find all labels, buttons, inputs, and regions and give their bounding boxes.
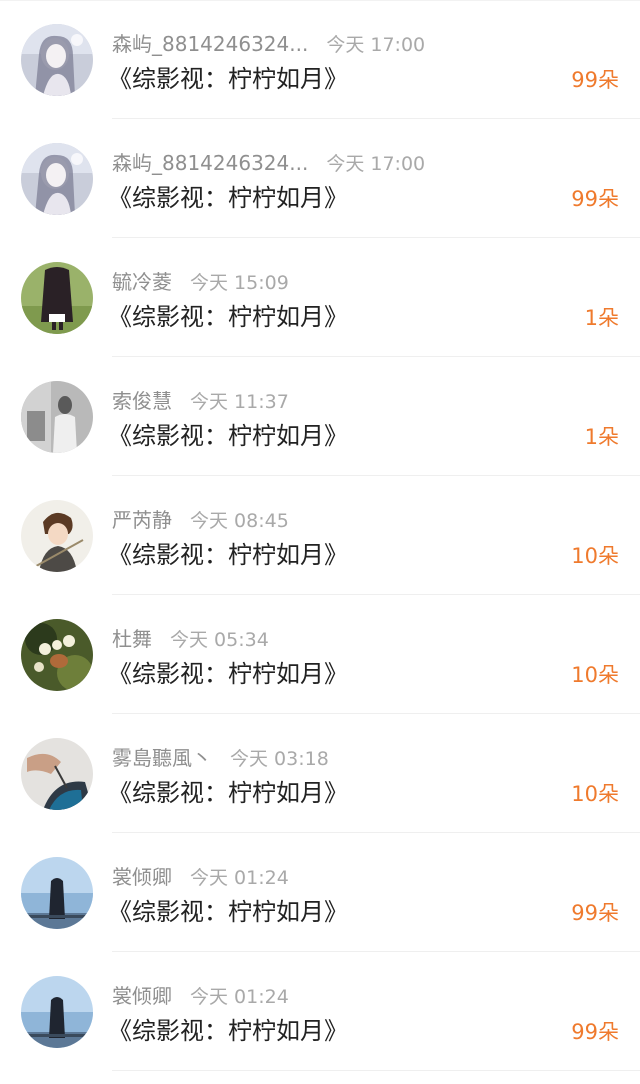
user-name[interactable]: 雾島聽風丶 [112, 746, 212, 770]
book-title: 《综影视：柠柠如月》 [108, 779, 348, 807]
item-meta: 裳倾卿 今天 01:24 [112, 982, 289, 1010]
timestamp: 今天 05:34 [170, 629, 269, 651]
gift-amount: 99朵 [571, 1020, 619, 1044]
user-name[interactable]: 裳倾卿 [112, 865, 172, 889]
list-item[interactable]: 严芮静 今天 08:45 《综影视：柠柠如月》 10朵 [0, 476, 640, 595]
item-meta: 毓冷菱 今天 15:09 [112, 268, 289, 296]
timestamp: 今天 03:18 [230, 748, 329, 770]
book-title: 《综影视：柠柠如月》 [108, 660, 348, 688]
gift-amount: 99朵 [571, 187, 619, 211]
seaside-girl-avatar[interactable] [21, 857, 93, 929]
list-item[interactable]: 森屿_8814246324... 今天 17:00 《综影视：柠柠如月》 99朵 [0, 119, 640, 238]
book-title: 《综影视：柠柠如月》 [108, 1017, 348, 1045]
grayscale-photo-avatar[interactable] [21, 381, 93, 453]
item-meta: 索俊慧 今天 11:37 [112, 387, 289, 415]
timestamp: 今天 17:00 [326, 34, 426, 56]
timestamp: 今天 17:00 [326, 153, 426, 175]
user-name[interactable]: 森屿_8814246324... [112, 32, 308, 56]
gift-amount: 10朵 [571, 782, 619, 806]
list-item[interactable]: 杜舞 今天 05:34 《综影视：柠柠如月》 10朵 [0, 595, 640, 714]
book-title: 《综影视：柠柠如月》 [108, 303, 348, 331]
row-divider [112, 1070, 640, 1071]
item-meta: 严芮静 今天 08:45 [112, 506, 289, 534]
timestamp: 今天 08:45 [190, 510, 289, 532]
user-name[interactable]: 森屿_8814246324... [112, 151, 308, 175]
user-name[interactable]: 毓冷菱 [112, 270, 172, 294]
list-item[interactable]: 森屿_8814246324... 今天 17:00 《综影视：柠柠如月》 99朵 [0, 0, 640, 119]
gift-amount: 10朵 [571, 544, 619, 568]
list-item[interactable]: 索俊慧 今天 11:37 《综影视：柠柠如月》 1朵 [0, 357, 640, 476]
timestamp: 今天 15:09 [190, 272, 289, 294]
anime-boy-avatar[interactable] [21, 500, 93, 572]
timestamp: 今天 01:24 [190, 867, 289, 889]
girl-sketch-avatar[interactable] [21, 143, 93, 215]
user-name[interactable]: 严芮静 [112, 508, 172, 532]
book-title: 《综影视：柠柠如月》 [108, 541, 348, 569]
gift-amount: 1朵 [584, 425, 619, 449]
flower-avatar[interactable] [21, 619, 93, 691]
user-name[interactable]: 裳倾卿 [112, 984, 172, 1008]
hand-umbrella-avatar[interactable] [21, 738, 93, 810]
item-meta: 森屿_8814246324... 今天 17:00 [112, 149, 425, 177]
item-meta: 裳倾卿 今天 01:24 [112, 863, 289, 891]
user-name[interactable]: 杜舞 [112, 627, 152, 651]
girl-sketch-avatar[interactable] [21, 24, 93, 96]
item-meta: 森屿_8814246324... 今天 17:00 [112, 30, 425, 58]
gift-amount: 99朵 [571, 901, 619, 925]
book-title: 《综影视：柠柠如月》 [108, 422, 348, 450]
book-title: 《综影视：柠柠如月》 [108, 65, 348, 93]
long-hair-girl-avatar[interactable] [21, 262, 93, 334]
book-title: 《综影视：柠柠如月》 [108, 184, 348, 212]
gift-amount: 1朵 [584, 306, 619, 330]
gift-amount: 10朵 [571, 663, 619, 687]
gift-amount: 99朵 [571, 68, 619, 92]
item-meta: 雾島聽風丶 今天 03:18 [112, 744, 329, 772]
item-meta: 杜舞 今天 05:34 [112, 625, 269, 653]
list-item[interactable]: 裳倾卿 今天 01:24 《综影视：柠柠如月》 99朵 [0, 952, 640, 1071]
timestamp: 今天 11:37 [190, 391, 289, 413]
gift-record-list: 森屿_8814246324... 今天 17:00 《综影视：柠柠如月》 99朵 … [0, 0, 640, 1071]
list-item[interactable]: 裳倾卿 今天 01:24 《综影视：柠柠如月》 99朵 [0, 833, 640, 952]
seaside-girl-avatar[interactable] [21, 976, 93, 1048]
book-title: 《综影视：柠柠如月》 [108, 898, 348, 926]
list-item[interactable]: 毓冷菱 今天 15:09 《综影视：柠柠如月》 1朵 [0, 238, 640, 357]
timestamp: 今天 01:24 [190, 986, 289, 1008]
list-item[interactable]: 雾島聽風丶 今天 03:18 《综影视：柠柠如月》 10朵 [0, 714, 640, 833]
user-name[interactable]: 索俊慧 [112, 389, 172, 413]
